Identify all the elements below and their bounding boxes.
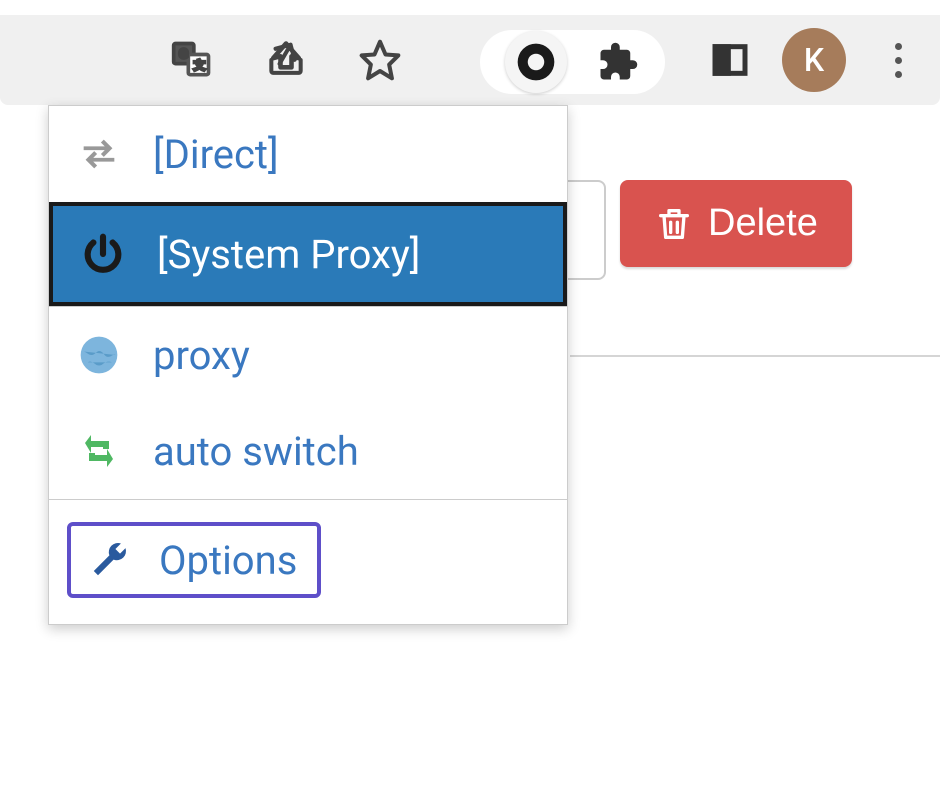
toolbar-right: K [708,15,920,105]
proxy-dropdown-menu: [Direct] [System Proxy] proxy [48,105,568,625]
translate-icon[interactable]: G 文 [170,38,214,82]
star-icon[interactable] [358,38,402,82]
retweet-icon [75,427,123,475]
avatar-letter: K [804,41,824,79]
menu-label: Options [159,537,297,584]
extensions-icon[interactable] [596,40,640,84]
page-divider [570,355,940,357]
wrench-icon [85,536,133,584]
globe-icon [75,331,123,379]
toolbar-icon-group: G 文 [170,38,402,82]
menu-label: proxy [153,332,250,379]
menu-item-options[interactable]: Options [49,500,567,624]
menu-label: [System Proxy] [157,231,420,278]
svg-text:G: G [179,47,188,62]
sidepanel-icon[interactable] [708,38,752,82]
delete-label: Delete [708,202,818,245]
menu-item-auto-switch[interactable]: auto switch [49,403,567,499]
menu-item-direct[interactable]: [Direct] [49,106,567,202]
more-menu-icon[interactable] [876,38,920,82]
menu-item-proxy[interactable]: proxy [49,307,567,403]
share-icon[interactable] [264,38,308,82]
menu-label: [Direct] [153,131,279,178]
power-icon [79,230,127,278]
switchyomega-icon[interactable] [505,31,567,93]
menu-item-system-proxy[interactable]: [System Proxy] [49,202,567,306]
extension-pill [480,30,665,94]
options-highlight-box: Options [67,522,321,598]
profile-avatar[interactable]: K [782,28,846,92]
delete-button[interactable]: Delete [620,180,852,267]
menu-label: auto switch [153,428,359,475]
direct-icon [75,130,123,178]
svg-text:文: 文 [194,58,205,72]
